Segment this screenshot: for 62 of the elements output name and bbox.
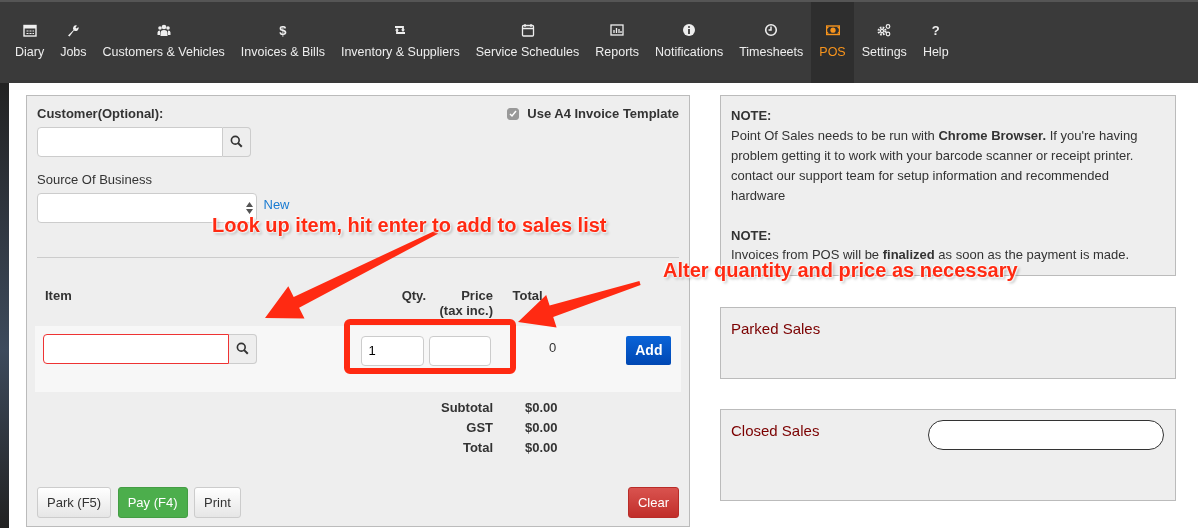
dollar-icon: $ bbox=[279, 23, 287, 37]
total-value: $0.00 bbox=[525, 399, 558, 417]
column-header: Qty. bbox=[400, 287, 426, 305]
info-icon bbox=[682, 23, 697, 38]
nav-tab[interactable]: POS bbox=[811, 2, 854, 83]
action-button[interactable]: Print bbox=[194, 486, 241, 518]
people-icon bbox=[156, 23, 171, 38]
note-text: Invoices from POS will be finalized as soon as the payment is made. bbox=[731, 246, 1131, 262]
column-header: Total bbox=[512, 287, 543, 305]
annotation-text: Look up item, hit enter to add to sales list bbox=[212, 215, 607, 235]
field-label: Customer(Optional): bbox=[37, 105, 164, 123]
note-title: NOTE: bbox=[731, 107, 773, 125]
quantity-field[interactable]: 1 bbox=[361, 335, 424, 366]
total-label: GST bbox=[465, 419, 493, 437]
total-label: Subtotal bbox=[440, 399, 493, 417]
item-field[interactable] bbox=[43, 333, 229, 364]
total-value: $0.00 bbox=[525, 419, 558, 437]
nav-tab[interactable]: Jobs bbox=[52, 2, 95, 83]
nav-tab[interactable]: Customers & Vehicles bbox=[94, 2, 233, 83]
panel-title: Closed Sales bbox=[731, 421, 820, 441]
clock-icon bbox=[764, 23, 779, 38]
column-header: Item bbox=[45, 287, 73, 305]
search-field[interactable] bbox=[928, 420, 1164, 450]
panel-title: Parked Sales bbox=[731, 319, 822, 339]
nav-tab[interactable]: Settings bbox=[853, 2, 915, 83]
nav-tab[interactable]: Reports bbox=[587, 2, 648, 83]
nav-tab[interactable]: $ Invoices & Bills bbox=[232, 2, 333, 83]
nav-tab[interactable]: Inventory & Suppliers bbox=[332, 2, 468, 83]
search-button[interactable] bbox=[223, 126, 251, 157]
note-title: NOTE: bbox=[731, 226, 773, 245]
bar-chart-icon bbox=[610, 23, 625, 38]
annotation-text: Alter quantity and price as necessary bbox=[663, 260, 1018, 280]
calendar-icon bbox=[22, 23, 37, 38]
nav-tab[interactable]: Diary bbox=[7, 2, 53, 83]
price-field[interactable] bbox=[429, 335, 491, 366]
customer-field[interactable] bbox=[37, 126, 223, 157]
updown-icon bbox=[245, 201, 253, 214]
nav-tab[interactable]: Notifications bbox=[647, 2, 732, 83]
total-label: Total bbox=[461, 439, 493, 457]
help-icon: ? bbox=[931, 23, 940, 37]
column-header: Price bbox=[460, 287, 493, 303]
action-button[interactable]: Park (F5) bbox=[37, 486, 112, 518]
checkbox-label: Use A4 Invoice Template bbox=[527, 105, 679, 123]
field-label: Source Of Business bbox=[37, 170, 153, 189]
total-value: $0.00 bbox=[525, 439, 558, 457]
nav-tab[interactable]: ? Help bbox=[914, 2, 957, 83]
note-text: Point Of Sales needs to be run with Chrome Browser. If you're having problem getting it to work with your barcode scanner or receipt printer. contact our support team for setup information and recommended hardware bbox=[731, 126, 1139, 205]
nav-tab[interactable]: Timesheets bbox=[731, 2, 812, 83]
calendar-icon bbox=[520, 23, 535, 38]
search-icon bbox=[236, 342, 249, 355]
checkbox[interactable] bbox=[507, 107, 520, 120]
banknote-icon bbox=[825, 23, 840, 38]
column-subheader: (tax inc.) bbox=[438, 302, 493, 318]
clear-button[interactable]: Clear bbox=[627, 486, 679, 518]
search-button[interactable] bbox=[229, 333, 257, 364]
new-link[interactable]: New bbox=[263, 194, 290, 214]
line-total: 0 bbox=[549, 338, 557, 357]
search-icon bbox=[230, 135, 243, 149]
nav-tab[interactable]: Service Schedules bbox=[467, 2, 588, 83]
add-button[interactable]: Add bbox=[626, 335, 672, 365]
gears-icon bbox=[877, 23, 892, 38]
wrench-icon bbox=[66, 23, 81, 38]
